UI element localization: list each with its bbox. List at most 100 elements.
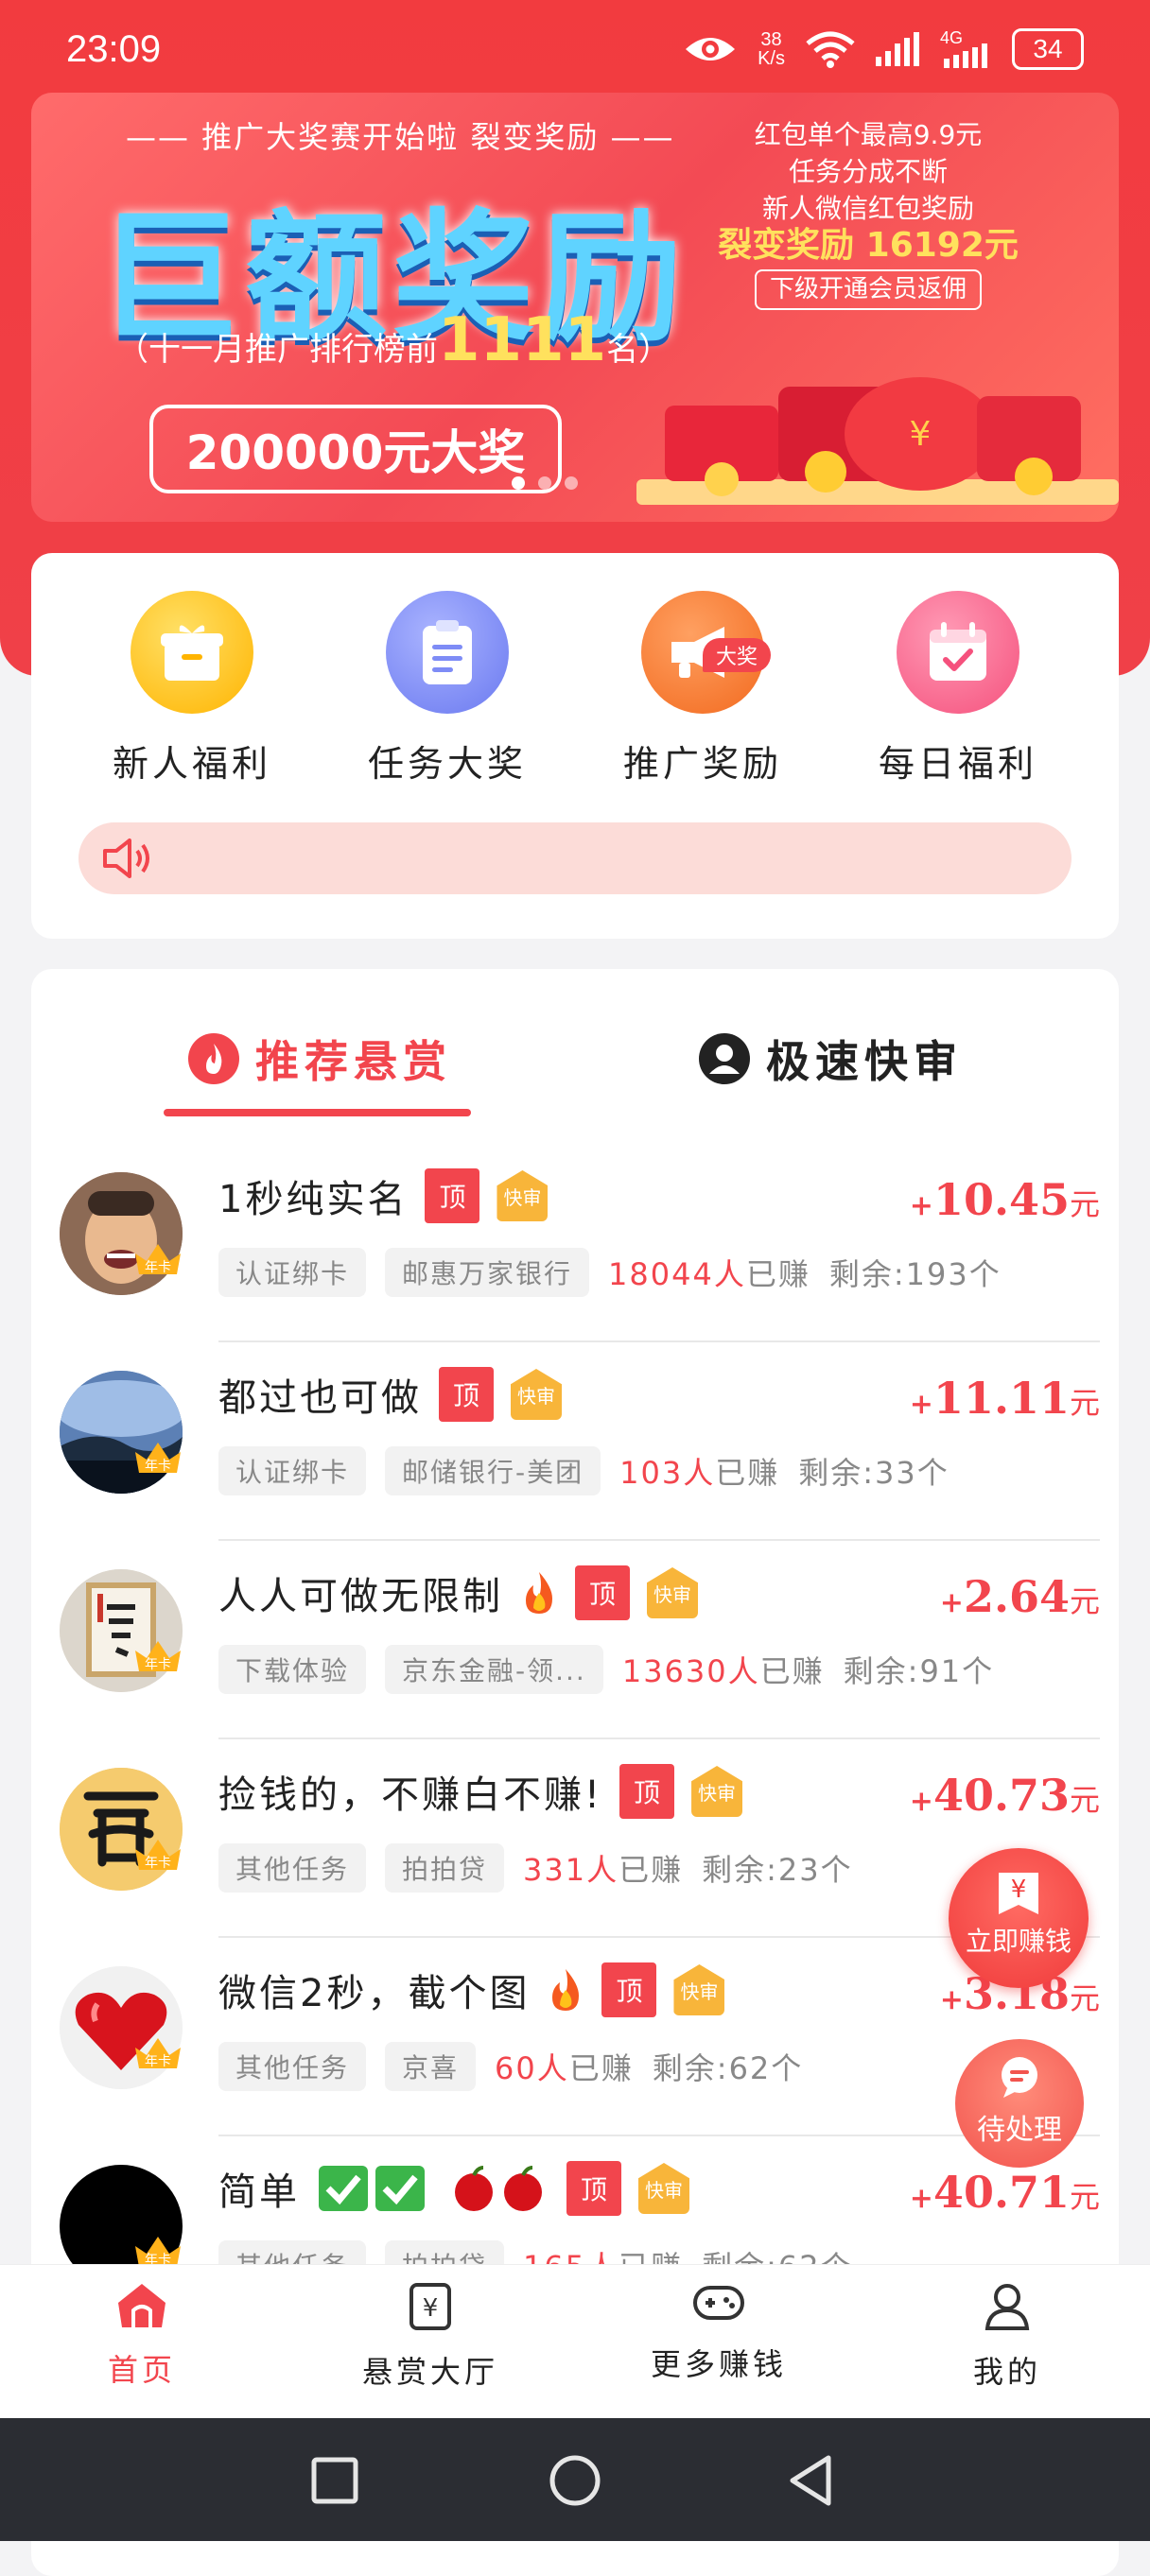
earned-count: 60人已赚 [495, 2045, 634, 2088]
red-envelope-gifts-image: ¥ [636, 377, 1119, 505]
svg-text:¥: ¥ [910, 415, 932, 454]
top-tag: 顶 [566, 2161, 621, 2216]
pending-label: 待处理 [977, 2114, 1062, 2147]
crown-icon: 年卡 [135, 1641, 181, 1672]
rank-prefix: （十一月推广排行榜前 [116, 331, 438, 369]
wifi-icon [806, 31, 855, 68]
crown-icon: 年卡 [135, 1244, 181, 1275]
svg-text:年卡: 年卡 [145, 1459, 171, 1474]
reward-plus: + [939, 1586, 964, 1619]
calendar-check-icon [897, 591, 1019, 714]
task-merchant-chip: 邮储银行-美团 [385, 1446, 601, 1495]
fire-emoji-icon [552, 1969, 580, 2011]
promo-banner[interactable]: —— 推广大奖赛开始啦 裂变奖励 —— 巨额奖励 （十一月推广排行榜前1111名… [31, 93, 1119, 522]
nav-label: 我的 [972, 2354, 1041, 2390]
quick-action-daily[interactable]: 每日福利 [854, 591, 1062, 787]
earn-now-button[interactable]: ¥ 立即赚钱 [949, 1848, 1089, 1988]
status-icons: 38 K/s 4G 34 [684, 28, 1084, 70]
reward-amount: 40.71 [932, 2167, 1070, 2218]
tab-fast-review[interactable]: 极速快审 [698, 1028, 963, 1090]
nav-mine[interactable]: 我的 [894, 2282, 1121, 2392]
tab-label: 推荐悬赏 [255, 1036, 452, 1087]
task-title: 捡钱的，不赚白不赚! [218, 1773, 603, 1817]
earned-count: 331人已赚 [523, 1846, 683, 1890]
banner-top-text: —— 推广大奖赛开始啦 裂变奖励 —— [126, 119, 675, 155]
net-speed-value: 38 [760, 29, 782, 50]
home-circle-icon[interactable] [549, 2454, 601, 2507]
notice-bar[interactable] [78, 822, 1072, 894]
reward-plus: + [909, 2182, 933, 2215]
reward-unit: 元 [1069, 1980, 1100, 2016]
quick-action-newcomer[interactable]: 新人福利 [88, 591, 296, 787]
fire-icon [188, 1033, 239, 1084]
banner-dot[interactable] [565, 476, 578, 490]
task-meta: 认证绑卡 邮储银行-美团 103人已赚 剩余:33个 [218, 1446, 950, 1495]
quick-action-task-prize[interactable]: 任务大奖 [343, 591, 551, 787]
tab-recommended[interactable]: 推荐悬赏 [187, 1028, 452, 1090]
task-title-line: 都过也可做 顶 快审 [218, 1367, 562, 1422]
reward-amount: 2.64 [963, 1571, 1070, 1622]
crown-icon: 年卡 [135, 1443, 181, 1474]
banner-line-2: 任务分成不断 [788, 156, 948, 187]
earned-number: 60人 [495, 2050, 569, 2086]
earned-count: 103人已赚 [619, 1449, 779, 1493]
nav-home[interactable]: 首页 [28, 2282, 255, 2390]
nav-bounty-hall[interactable]: ¥ 悬赏大厅 [317, 2282, 544, 2392]
fast-review-tag: 快审 [647, 1567, 698, 1618]
banner-pagination[interactable] [512, 476, 578, 490]
task-title: 人人可做无限制 [218, 1575, 503, 1618]
task-reward: +10.45元 [910, 1174, 1100, 1225]
task-row[interactable]: 年卡 都过也可做 顶 快审 +11.11元 认证绑卡 邮储银行-美团 103人已… [31, 1342, 1119, 1541]
banner-line-1: 红包单个最高9.9元 [754, 119, 983, 150]
task-title: 微信2秒，截个图 [218, 1972, 531, 2015]
task-title: 1秒纯实名 [218, 1178, 409, 1221]
nav-label: 悬赏大厅 [361, 2354, 498, 2390]
svg-text:年卡: 年卡 [145, 1657, 171, 1672]
quick-action-label: 每日福利 [878, 743, 1037, 785]
banner-dot[interactable] [512, 476, 525, 490]
recent-apps-icon[interactable] [310, 2456, 359, 2505]
quick-action-label: 任务大奖 [367, 743, 527, 785]
task-title-line: 捡钱的，不赚白不赚! 顶 快审 [218, 1764, 743, 1819]
reward-plus: + [939, 1983, 964, 2016]
fire-emoji-icon [526, 1572, 552, 1614]
reward-unit: 元 [1069, 1186, 1100, 1222]
task-title-line: 简单 顶 快审 [218, 2161, 689, 2216]
banner-line-3: 新人微信红包奖励 [761, 193, 974, 224]
svg-text:年卡: 年卡 [145, 1260, 171, 1275]
status-time: 23:09 [66, 28, 162, 70]
nav-label: 首页 [107, 2352, 176, 2388]
banner-dot[interactable] [538, 476, 551, 490]
task-title-line: 微信2秒，截个图 顶 快审 [218, 1962, 725, 2017]
task-category-chip: 认证绑卡 [218, 1248, 367, 1297]
reward-plus: + [909, 1189, 933, 1222]
task-row[interactable]: 年卡 1秒纯实名 顶 快审 +10.45元 认证绑卡 邮惠万家银行 18044人… [31, 1144, 1119, 1342]
earned-suffix: 已赚 [619, 1852, 684, 1888]
earned-number: 331人 [523, 1852, 619, 1888]
back-icon[interactable] [787, 2454, 836, 2507]
prize-badge: 大奖 [703, 638, 772, 672]
system-navigation-bar [0, 2418, 1150, 2541]
signal-icon [876, 32, 919, 66]
top-tag: 顶 [601, 1962, 657, 2017]
net-speed: 38 K/s [758, 30, 785, 68]
earned-suffix: 已赚 [715, 1455, 780, 1491]
quick-action-promotion[interactable]: 大奖 推广奖励 [599, 591, 807, 787]
task-row[interactable]: 年卡 人人可做无限制 顶 快审 +2.64元 下载体验 京东金融-领... 13… [31, 1541, 1119, 1739]
pending-button[interactable]: 待处理 [955, 2039, 1084, 2168]
task-reward: +40.71元 [910, 2167, 1100, 2218]
tab-indicator [164, 1109, 471, 1116]
apple-icons [455, 2166, 542, 2211]
nav-more-earning[interactable]: 更多赚钱 [605, 2282, 832, 2384]
tab-label: 极速快审 [766, 1036, 963, 1087]
task-merchant-chip: 邮惠万家银行 [385, 1248, 590, 1297]
check-mark-icons [319, 2166, 425, 2211]
top-tag: 顶 [425, 1168, 480, 1223]
quick-action-label: 新人福利 [112, 743, 271, 785]
task-category-chip: 认证绑卡 [218, 1446, 367, 1495]
battery-indicator: 34 [1012, 28, 1084, 70]
remaining-count: 剩余:91个 [843, 1653, 995, 1689]
task-reward: +2.64元 [940, 1571, 1100, 1622]
reward-amount: 11.11 [932, 1373, 1070, 1424]
rank-suffix: 名） [606, 331, 671, 369]
